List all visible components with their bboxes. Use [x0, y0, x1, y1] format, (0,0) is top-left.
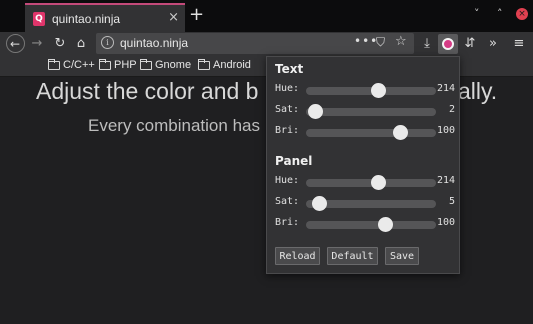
bookmark-label: Gnome	[155, 59, 192, 71]
home-button[interactable]: ⌂	[72, 32, 90, 55]
folder-icon	[198, 58, 210, 70]
panel-hue-row: Hue: 214	[275, 174, 455, 190]
text-sat-slider-thumb[interactable]	[308, 104, 324, 119]
page-heading: Adjust the color and b	[36, 78, 259, 104]
panel-hue-slider-thumb[interactable]	[370, 175, 386, 190]
navigation-toolbar: ← → ↻ ⌂ i quintao.ninja ••• ⛉ ☆ ⤓ ⇵ » ≡	[0, 32, 533, 55]
page-actions-icon[interactable]: •••	[354, 34, 378, 48]
page-subheading: Every combination has	[88, 116, 260, 135]
panel-bri-value: 100	[436, 217, 455, 228]
panel-sat-value: 5	[448, 196, 455, 207]
close-window-button[interactable]: ×	[516, 8, 528, 20]
hamburger-menu-button[interactable]: ≡	[510, 32, 528, 55]
sync-button[interactable]: ⇵	[461, 32, 479, 55]
color-extension-popup: Text Hue: 214 Sat: 2 Bri: 100 Panel Hue:…	[266, 56, 460, 274]
panel-bri-row: Bri: 100	[275, 216, 455, 232]
color-extension-icon	[442, 37, 454, 50]
overflow-menu-button[interactable]: »	[484, 32, 502, 55]
sync-icon: ⇵	[464, 36, 476, 51]
folder-icon	[99, 58, 111, 70]
default-button[interactable]: Default	[327, 247, 378, 265]
bookmark-folder-android[interactable]: Android	[198, 58, 251, 71]
panel-sat-label: Sat:	[275, 196, 300, 207]
tab-quintao[interactable]: Q quintao.ninja ×	[25, 3, 185, 32]
reload-icon: ↻	[54, 36, 66, 51]
quintao-logo-icon: Q	[33, 11, 45, 26]
text-sat-value: 2	[448, 104, 455, 115]
text-bri-value: 100	[436, 125, 455, 136]
download-icon: ⤓	[424, 36, 430, 51]
bookmark-label: PHP	[114, 59, 137, 71]
forward-arrow-icon: →	[31, 36, 43, 51]
text-hue-label: Hue:	[275, 83, 300, 94]
chevron-double-right-icon: »	[489, 36, 497, 51]
forward-button[interactable]: →	[28, 32, 46, 55]
text-sat-slider[interactable]	[306, 104, 436, 119]
page-heading-tail: ally.	[458, 78, 498, 104]
text-bri-slider-thumb[interactable]	[392, 125, 408, 140]
bookmark-folder-cpp[interactable]: C/C++	[48, 58, 95, 71]
text-bri-label: Bri:	[275, 125, 300, 136]
url-text[interactable]: quintao.ninja	[120, 36, 188, 50]
folder-icon	[48, 58, 60, 70]
close-tab-icon[interactable]: ×	[168, 10, 179, 25]
pocket-icon[interactable]: ⛉	[376, 35, 385, 50]
home-icon: ⌂	[76, 36, 86, 51]
text-hue-slider[interactable]	[306, 83, 436, 98]
text-sat-label: Sat:	[275, 104, 300, 115]
text-hue-slider-thumb[interactable]	[370, 83, 386, 98]
panel-hue-label: Hue:	[275, 175, 300, 186]
bookmark-label: C/C++	[63, 59, 95, 71]
reload-button[interactable]: Reload	[275, 247, 320, 265]
text-hue-value: 214	[436, 83, 455, 94]
text-bri-slider[interactable]	[306, 125, 436, 140]
panel-hue-slider[interactable]	[306, 175, 436, 190]
panel-sat-row: Sat: 5	[275, 195, 455, 211]
url-bar[interactable]: i quintao.ninja ••• ⛉ ☆	[96, 33, 414, 54]
text-hue-row: Hue: 214	[275, 82, 455, 98]
text-section-title: Text	[275, 62, 304, 76]
downloads-button[interactable]: ⤓	[418, 32, 436, 55]
panel-hue-value: 214	[436, 175, 455, 186]
panel-section-title: Panel	[275, 154, 313, 168]
folder-icon	[140, 58, 152, 70]
site-info-icon[interactable]: i	[101, 36, 114, 49]
bookmark-label: Android	[213, 59, 251, 71]
panel-sat-slider-thumb[interactable]	[312, 196, 327, 211]
panel-bri-slider-thumb[interactable]	[378, 217, 394, 232]
minimize-window-button[interactable]: ˅	[474, 7, 480, 20]
tab-strip: Q quintao.ninja × + ˅ ˄ ×	[0, 0, 533, 32]
new-tab-button[interactable]: +	[189, 5, 204, 25]
tab-title: quintao.ninja	[52, 11, 121, 26]
bookmark-folder-php[interactable]: PHP	[99, 58, 137, 71]
color-extension-button[interactable]	[438, 32, 458, 55]
text-sat-row: Sat: 2	[275, 103, 455, 119]
bookmark-star-icon[interactable]: ☆	[395, 34, 407, 49]
hamburger-icon: ≡	[513, 36, 525, 51]
save-button[interactable]: Save	[385, 247, 419, 265]
back-arrow-icon: ←	[5, 34, 25, 53]
text-bri-row: Bri: 100	[275, 124, 455, 140]
extension-button-frame	[438, 33, 458, 54]
panel-sat-slider[interactable]	[306, 196, 436, 211]
panel-bri-slider[interactable]	[306, 217, 436, 232]
panel-bri-label: Bri:	[275, 217, 300, 228]
reload-button[interactable]: ↻	[51, 32, 69, 55]
back-button[interactable]: ←	[4, 32, 26, 55]
maximize-window-button[interactable]: ˄	[497, 7, 503, 20]
bookmark-folder-gnome[interactable]: Gnome	[140, 58, 192, 71]
